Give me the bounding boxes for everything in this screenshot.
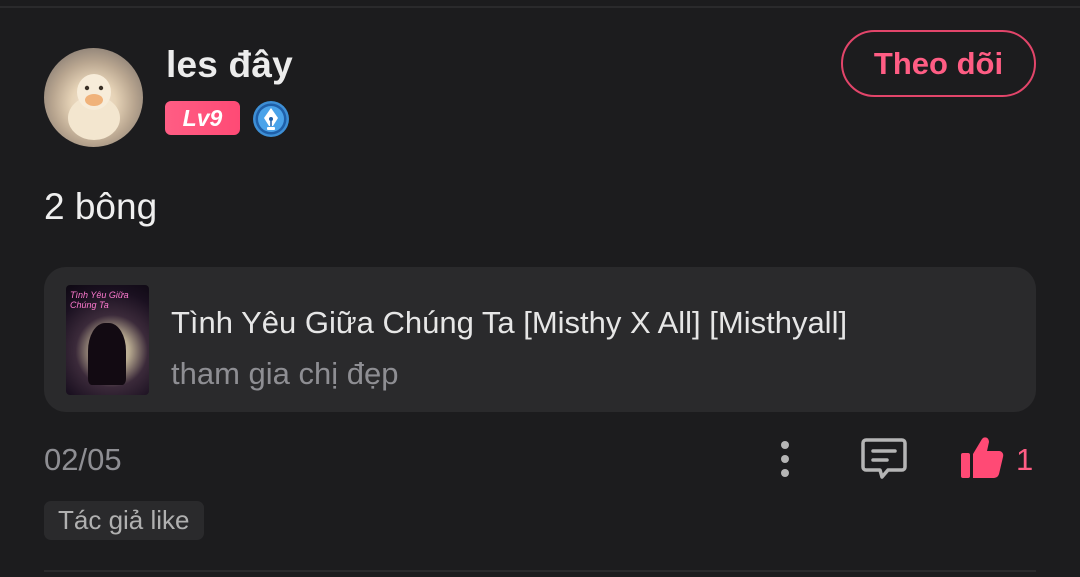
thumbs-up-icon: [961, 437, 1004, 478]
book-title: Tình Yêu Giữa Chúng Ta [Misthy X All] [M…: [171, 305, 848, 340]
avatar[interactable]: [44, 48, 143, 147]
author-like-badge: Tác giả like: [44, 501, 204, 540]
pen-nib-icon: [253, 101, 289, 137]
username[interactable]: les đây: [166, 44, 293, 86]
comment-card: les đây Lv9 Theo dõi 2 bông Tình Yêu Giữ…: [0, 0, 1080, 577]
post-text: 2 bông: [44, 186, 158, 227]
more-vertical-icon[interactable]: [770, 437, 800, 481]
follow-button[interactable]: Theo dõi: [841, 30, 1036, 97]
top-divider: [0, 6, 1080, 8]
cover-title: Tình Yêu Giữa Chúng Ta: [70, 290, 129, 310]
like-count: 1: [1016, 442, 1034, 477]
bottom-divider: [44, 570, 1036, 572]
avatar-duck-image: [68, 74, 120, 140]
book-subtitle: tham gia chị đẹp: [171, 356, 399, 391]
book-card[interactable]: Tình Yêu Giữa Chúng Ta Tình Yêu Giữa Chú…: [44, 267, 1036, 412]
like-button[interactable]: 1: [958, 434, 1038, 484]
level-badge: Lv9: [165, 101, 240, 135]
cover-silhouette: [88, 323, 126, 385]
comment-icon[interactable]: [860, 436, 908, 482]
post-date: 02/05: [44, 442, 122, 477]
book-cover: Tình Yêu Giữa Chúng Ta: [66, 285, 149, 395]
